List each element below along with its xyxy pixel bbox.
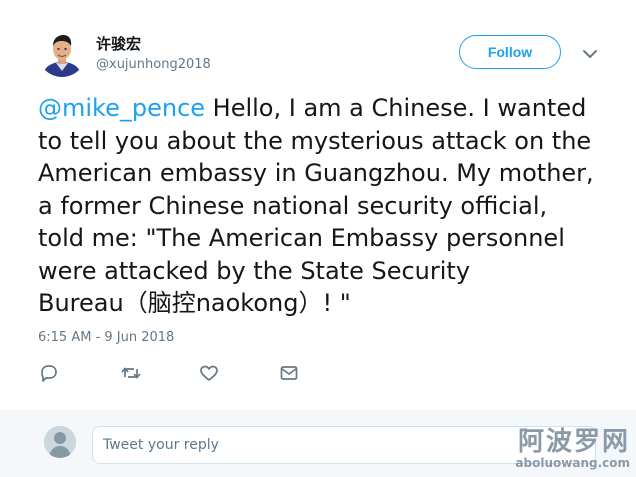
- author-avatar[interactable]: [38, 29, 86, 77]
- author-handle[interactable]: @xujunhong2018: [96, 57, 211, 72]
- mention-link[interactable]: @mike_pence: [38, 94, 205, 122]
- retweet-icon[interactable]: [120, 362, 142, 384]
- watermark-url: aboluowang.com: [515, 456, 630, 470]
- watermark-chinese: 阿波罗网: [517, 427, 630, 457]
- message-icon[interactable]: [278, 362, 300, 384]
- follow-button[interactable]: Follow: [459, 35, 561, 69]
- tweet-actions: [38, 362, 338, 384]
- reply-avatar: [44, 426, 76, 458]
- tweet-timestamp[interactable]: 6:15 AM - 9 Jun 2018: [38, 330, 174, 345]
- watermark: 阿波罗网 aboluowang.com: [515, 428, 630, 470]
- tweet-card: 许骏宏 @xujunhong2018 Follow @mike_pence He…: [0, 0, 636, 410]
- tweet-body: Hello, I am a Chinese. I wanted to tell …: [38, 94, 594, 317]
- chevron-down-icon[interactable]: [580, 44, 600, 64]
- author-display-name[interactable]: 许骏宏: [96, 33, 141, 54]
- like-icon[interactable]: [198, 362, 220, 384]
- avatar-photo: [38, 29, 86, 77]
- tweet-text: @mike_pence Hello, I am a Chinese. I wan…: [38, 92, 618, 320]
- default-user-icon: [44, 426, 76, 458]
- reply-icon[interactable]: [38, 362, 60, 384]
